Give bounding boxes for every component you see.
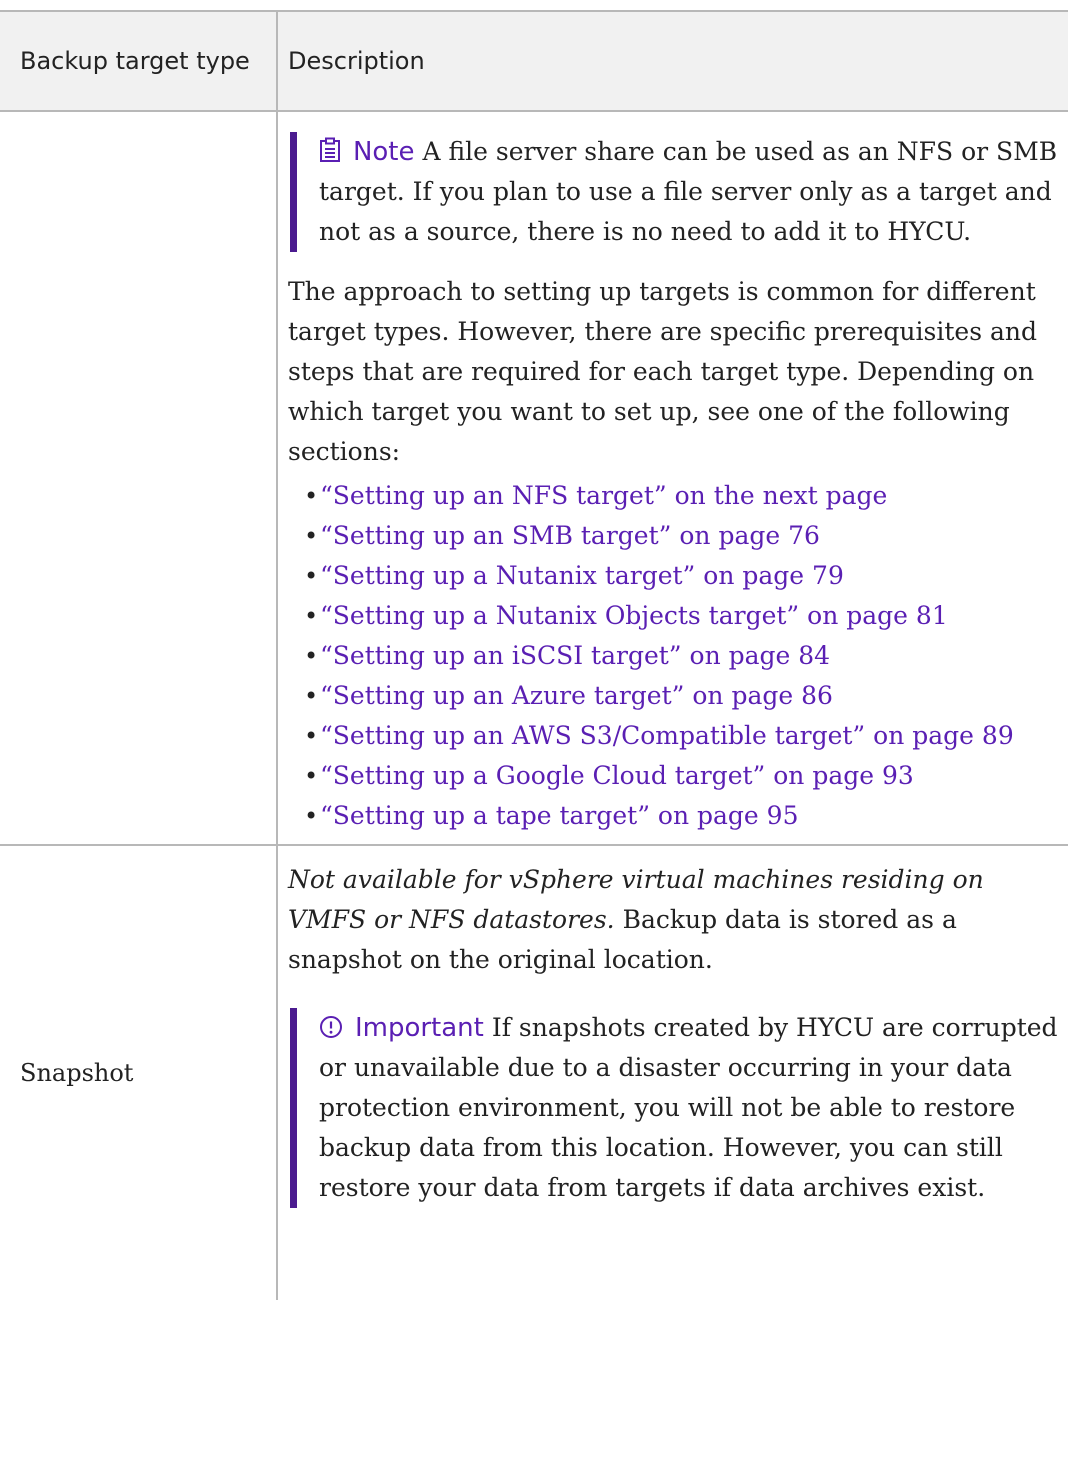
bullet-icon: • — [304, 722, 319, 750]
bullet-icon: • — [304, 802, 319, 830]
target-type-cell — [0, 111, 277, 846]
bullet-icon: • — [304, 482, 319, 510]
target-type-cell: Snapshot — [20, 1059, 134, 1087]
section-link[interactable]: • “Setting up a Nutanix Objects target” o… — [304, 596, 1060, 636]
section-link-list: • “Setting up an NFS target” on the next … — [288, 476, 1060, 836]
description-cell: Note A file server share can be used as … — [276, 111, 1068, 846]
section-link[interactable]: • “Setting up a Nutanix target” on page 7… — [304, 556, 1060, 596]
table-row: Snapshot Not available for vSphere virtu… — [0, 845, 1068, 1300]
header-description: Description — [276, 10, 1068, 112]
bullet-icon: • — [304, 562, 319, 590]
header-backup-target-type: Backup target type — [0, 10, 277, 112]
note-label: Note — [352, 137, 415, 167]
important-label: Important — [354, 1013, 484, 1043]
table-header-row: Backup target type Description — [0, 10, 1068, 112]
table-row: Note A file server share can be used as … — [0, 111, 1068, 846]
section-link[interactable]: • “Setting up a tape target” on page 95 — [304, 796, 1060, 836]
section-link[interactable]: • “Setting up an NFS target” on the next … — [304, 476, 1060, 516]
target-types-table: Backup target type Description Note A fi… — [0, 10, 1068, 1300]
bullet-icon: • — [304, 762, 319, 790]
alert-circle-icon — [319, 1008, 343, 1048]
bullet-icon: • — [304, 602, 319, 630]
section-link[interactable]: • “Setting up an Azure target” on page 86 — [304, 676, 1060, 716]
description-cell: Not available for vSphere virtual machin… — [276, 845, 1068, 1300]
note-text: A file server share can be used as an NF… — [319, 137, 1058, 246]
note-callout: Note A file server share can be used as … — [290, 132, 1060, 252]
bullet-icon: • — [304, 682, 319, 710]
snapshot-description: Not available for vSphere virtual machin… — [288, 860, 1060, 980]
section-link[interactable]: • “Setting up an iSCSI target” on page 84 — [304, 636, 1060, 676]
description-paragraph: The approach to setting up targets is co… — [288, 277, 1037, 466]
bullet-icon: • — [304, 642, 319, 670]
important-callout: Important If snapshots created by HYCU a… — [290, 1008, 1060, 1208]
section-link[interactable]: • “Setting up a Google Cloud target” on p… — [304, 756, 1060, 796]
section-link[interactable]: • “Setting up an AWS S3/Compatible target… — [304, 716, 1060, 756]
bullet-icon: • — [304, 522, 319, 550]
section-link[interactable]: • “Setting up an SMB target” on page 76 — [304, 516, 1060, 556]
clipboard-note-icon — [319, 132, 341, 172]
